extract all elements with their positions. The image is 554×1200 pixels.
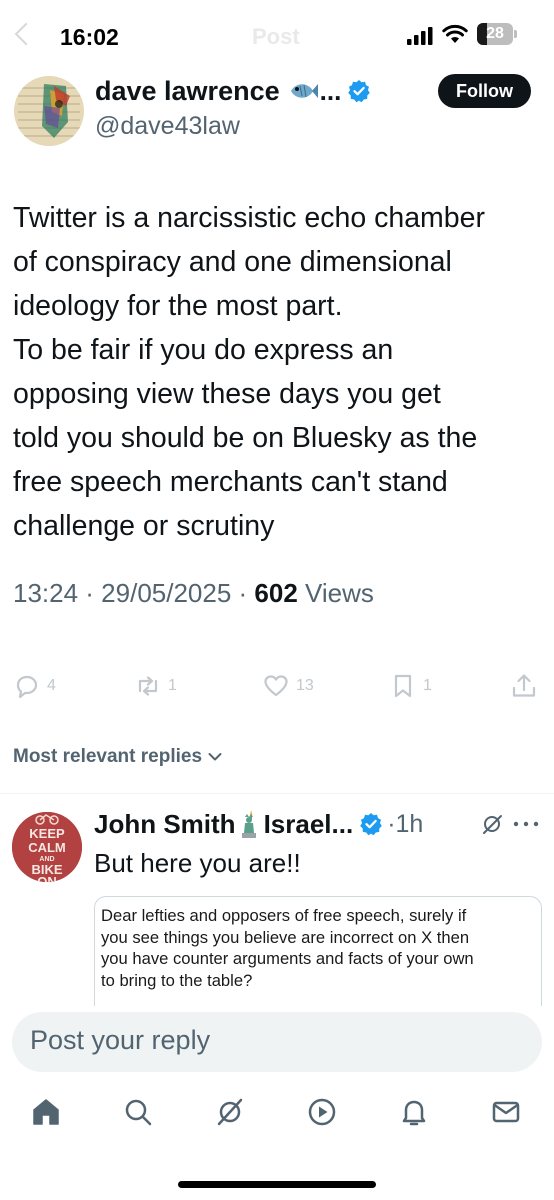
reply-image-line: Dear lefties and opposers of free speech… — [101, 906, 467, 925]
like-button[interactable]: 13 — [262, 672, 314, 700]
author-avatar[interactable] — [14, 76, 84, 146]
reply-icon — [16, 675, 38, 699]
follow-button[interactable]: Follow — [438, 74, 531, 108]
author-handle[interactable]: @dave43law — [95, 112, 240, 141]
bookmark-icon — [394, 674, 412, 698]
reply-time: ·1h — [387, 809, 424, 838]
status-time: 16:02 — [60, 24, 119, 50]
tweet-text-line: free speech merchants can't stand — [13, 466, 448, 498]
reply-text: But here you are!! — [94, 848, 301, 878]
verified-badge-icon — [348, 80, 371, 103]
author-name-ellipsis: ... — [319, 75, 342, 106]
avatar-text-calm: CALM — [28, 840, 66, 855]
divider — [0, 793, 554, 794]
reply-image-text: Dear lefties and opposers of free speech… — [101, 905, 535, 991]
reply-image-card[interactable]: Dear lefties and opposers of free speech… — [94, 896, 542, 1006]
views-count[interactable]: 602 — [254, 578, 297, 608]
views-label: Views — [297, 578, 374, 608]
repost-icon — [138, 676, 158, 696]
home-icon[interactable] — [30, 1096, 62, 1128]
author-name-row[interactable]: dave lawrence ... — [95, 74, 371, 108]
repost-button[interactable]: 1 — [134, 672, 177, 700]
reply-image-line: you see things you believe are incorrect… — [101, 927, 470, 947]
tweet-meta: 13:24 · 29/05/2025 · 602 Views — [13, 578, 374, 609]
bookmark-button[interactable]: 1 — [389, 672, 432, 700]
home-indicator[interactable] — [178, 1181, 376, 1188]
reply-author-name-suffix[interactable]: Israel... — [264, 809, 354, 840]
share-button[interactable] — [510, 672, 538, 700]
grok-icon[interactable] — [480, 812, 504, 836]
sort-label: Most relevant replies — [13, 746, 203, 767]
tweet-text-line: Twitter is a narcissistic echo chamber — [13, 202, 485, 234]
reply-input[interactable]: Post your reply — [30, 1025, 210, 1056]
video-icon[interactable] — [306, 1096, 338, 1128]
status-bar: 16:02 Post 28 — [0, 0, 554, 64]
reply-count: 4 — [47, 677, 56, 694]
tweet-text-line: challenge or scrutiny — [13, 510, 275, 542]
share-icon — [512, 674, 536, 697]
notifications-icon[interactable] — [398, 1096, 430, 1128]
repost-count: 1 — [168, 677, 177, 694]
search-icon[interactable] — [122, 1096, 154, 1128]
battery-level: 28 — [486, 25, 504, 42]
tweet-text-line: opposing view these days you get — [13, 378, 441, 410]
tweet-text-line: ideology for the most part. — [13, 290, 343, 322]
avatar-text-keep: KEEP — [29, 826, 65, 841]
bookmark-count: 1 — [423, 677, 432, 694]
reply-author-name[interactable]: John Smith — [94, 809, 236, 840]
bottom-nav — [0, 1096, 554, 1140]
tweet-timestamp: 13:24 · 29/05/2025 · — [13, 578, 255, 608]
chevron-down-icon — [208, 753, 222, 761]
reply-avatar[interactable]: KEEP CALM AND BIKE ON — [12, 812, 82, 882]
messages-icon[interactable] — [490, 1096, 522, 1128]
ghost-page-title: Post — [252, 24, 300, 49]
verified-badge-icon — [360, 813, 382, 836]
back-arrow-icon[interactable] — [14, 22, 38, 46]
tweet-text-line: of conspiracy and one dimensional — [13, 246, 452, 278]
wifi-icon — [442, 24, 468, 43]
tweet-text-line: To be fair if you do express an — [13, 334, 394, 366]
like-count: 13 — [296, 677, 314, 694]
reply-header: John Smith Israel... ·1h — [94, 806, 423, 842]
reply-image-line: to bring to the table? — [101, 970, 253, 990]
tweet-actions: 4 1 13 1 — [0, 672, 554, 712]
fish-icon — [290, 84, 318, 98]
grok-nav-icon[interactable] — [214, 1096, 246, 1128]
avatar-text-on: ON — [37, 874, 57, 882]
author-name[interactable]: dave lawrence — [95, 76, 280, 107]
tweet-text: Twitter is a narcissistic echo chamber o… — [13, 196, 543, 548]
sort-replies-dropdown[interactable]: Most relevant replies — [13, 746, 222, 768]
heart-icon — [264, 675, 288, 697]
statue-of-liberty-icon — [241, 810, 256, 838]
more-options-icon[interactable] — [512, 820, 540, 828]
reply-button[interactable]: 4 — [13, 672, 56, 700]
reply-image-line: you have counter arguments and facts of … — [101, 949, 474, 968]
reply-composer[interactable]: Post your reply — [12, 1012, 542, 1072]
tweet-text-line: told you should be on Bluesky as the — [13, 422, 478, 454]
battery-icon: 28 — [477, 23, 517, 45]
cellular-signal-icon — [407, 27, 433, 45]
